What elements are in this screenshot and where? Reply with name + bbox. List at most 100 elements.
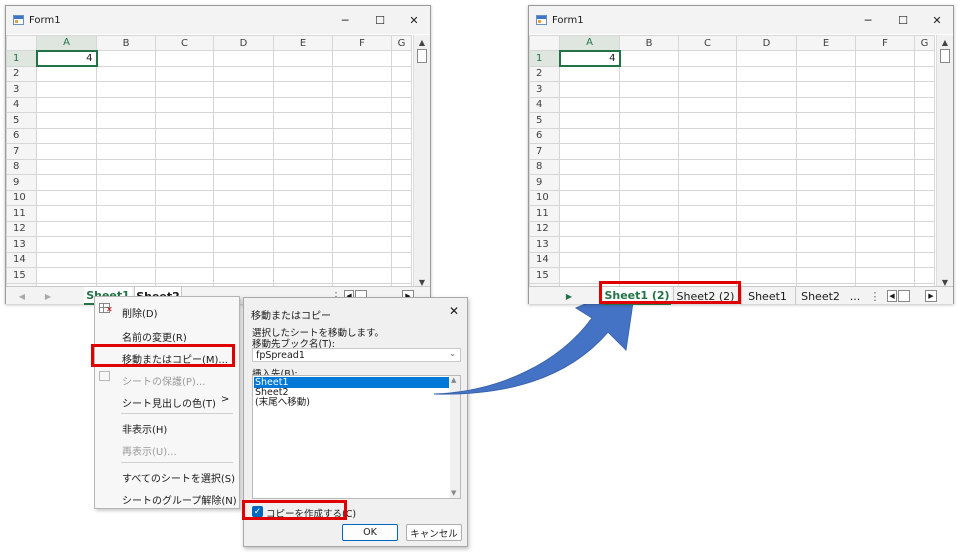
grid-cell[interactable]	[273, 65, 333, 82]
grid-cell[interactable]	[36, 205, 97, 222]
grid-cell[interactable]	[332, 81, 392, 98]
grid-cell[interactable]	[391, 236, 412, 253]
grid-cell[interactable]	[678, 158, 737, 175]
row-header[interactable]: 8	[529, 158, 560, 175]
row-header[interactable]: 10	[6, 189, 37, 206]
grid-cell[interactable]	[96, 189, 156, 206]
grid-cell[interactable]	[332, 236, 392, 253]
row-header[interactable]: 5	[529, 112, 560, 129]
splitter-handle-icon[interactable]: ⋮	[870, 287, 881, 305]
grid-cell[interactable]	[155, 251, 214, 268]
hscroll-left-icon[interactable]: ◀	[887, 290, 897, 302]
column-header-f[interactable]: F	[855, 35, 915, 51]
grid-cell[interactable]	[273, 220, 333, 237]
grid-cell[interactable]	[213, 220, 274, 237]
grid-cell[interactable]	[855, 189, 915, 206]
grid-cell[interactable]	[155, 220, 214, 237]
grid-cell[interactable]	[855, 96, 915, 113]
left-spreadsheet-grid[interactable]: ABCDEFG142345678910111213141516	[6, 35, 418, 286]
row-header[interactable]: 4	[6, 96, 37, 113]
row-header[interactable]: 3	[6, 81, 37, 98]
grid-cell[interactable]	[391, 65, 412, 82]
grid-cell[interactable]	[914, 127, 935, 144]
grid-cell[interactable]	[155, 143, 214, 160]
scroll-thumb[interactable]	[940, 49, 950, 63]
row-header[interactable]: 6	[6, 127, 37, 144]
grid-cell[interactable]	[619, 81, 679, 98]
grid-cell[interactable]	[332, 112, 392, 129]
grid-cell[interactable]	[796, 158, 856, 175]
tab-nav-next-icon[interactable]: ▶	[563, 287, 575, 305]
active-cell-a1[interactable]: 4	[558, 49, 621, 67]
grid-cell[interactable]	[332, 174, 392, 191]
menu-item-ungroup-sheets[interactable]: シートのグループ解除(N)	[122, 492, 237, 507]
grid-cell[interactable]	[36, 158, 97, 175]
grid-cell[interactable]	[391, 127, 412, 144]
grid-cell[interactable]	[678, 112, 737, 129]
grid-cell[interactable]	[914, 251, 935, 268]
grid-cell[interactable]	[855, 143, 915, 160]
grid-cell[interactable]	[273, 112, 333, 129]
grid-cell[interactable]	[273, 81, 333, 98]
grid-cell[interactable]	[96, 205, 156, 222]
grid-cell[interactable]	[619, 65, 679, 82]
grid-cell[interactable]	[559, 158, 620, 175]
grid-cell[interactable]	[36, 174, 97, 191]
grid-cell[interactable]	[213, 127, 274, 144]
row-header[interactable]: 5	[6, 112, 37, 129]
scroll-up-icon[interactable]: ▲	[414, 35, 430, 49]
grid-cell[interactable]	[736, 96, 797, 113]
grid-cell[interactable]	[36, 112, 97, 129]
row-header[interactable]: 8	[6, 158, 37, 175]
grid-cell[interactable]	[155, 65, 214, 82]
grid-cell[interactable]	[36, 65, 97, 82]
grid-cell[interactable]	[273, 158, 333, 175]
grid-cell[interactable]	[796, 251, 856, 268]
active-cell-a1[interactable]: 4	[35, 49, 98, 67]
grid-cell[interactable]	[332, 50, 392, 67]
grid-cell[interactable]	[678, 127, 737, 144]
grid-cell[interactable]	[855, 174, 915, 191]
row-header[interactable]: 6	[529, 127, 560, 144]
grid-cell[interactable]	[678, 236, 737, 253]
grid-cell[interactable]	[796, 267, 856, 284]
grid-cell[interactable]	[736, 220, 797, 237]
grid-cell[interactable]	[559, 81, 620, 98]
grid-cell[interactable]	[678, 65, 737, 82]
grid-cell[interactable]	[914, 158, 935, 175]
grid-cell[interactable]	[914, 65, 935, 82]
grid-cell[interactable]	[213, 267, 274, 284]
grid-cell[interactable]	[36, 96, 97, 113]
grid-cell[interactable]	[736, 158, 797, 175]
grid-cell[interactable]	[736, 174, 797, 191]
grid-cell[interactable]	[855, 205, 915, 222]
grid-cell[interactable]	[559, 236, 620, 253]
grid-cell[interactable]	[855, 220, 915, 237]
grid-cell[interactable]	[855, 65, 915, 82]
hscroll-right-icon[interactable]: ▶	[925, 290, 937, 302]
grid-cell[interactable]	[796, 205, 856, 222]
grid-cell[interactable]	[914, 50, 935, 67]
row-header[interactable]: 15	[6, 267, 37, 284]
grid-cell[interactable]	[273, 267, 333, 284]
grid-cell[interactable]	[332, 65, 392, 82]
grid-cell[interactable]	[736, 127, 797, 144]
row-header[interactable]: 7	[529, 143, 560, 160]
grid-cell[interactable]	[96, 251, 156, 268]
grid-cell[interactable]	[855, 50, 915, 67]
row-header[interactable]: 11	[529, 205, 560, 222]
grid-cell[interactable]	[796, 81, 856, 98]
grid-cell[interactable]	[796, 189, 856, 206]
grid-cell[interactable]	[213, 205, 274, 222]
grid-cell[interactable]	[391, 251, 412, 268]
grid-cell[interactable]	[213, 189, 274, 206]
column-header-e[interactable]: E	[273, 35, 333, 51]
grid-cell[interactable]	[36, 189, 97, 206]
grid-cell[interactable]	[213, 251, 274, 268]
grid-cell[interactable]	[914, 267, 935, 284]
grid-cell[interactable]	[96, 127, 156, 144]
grid-cell[interactable]	[619, 112, 679, 129]
grid-cell[interactable]	[36, 251, 97, 268]
grid-cell[interactable]	[155, 112, 214, 129]
grid-cell[interactable]	[559, 205, 620, 222]
